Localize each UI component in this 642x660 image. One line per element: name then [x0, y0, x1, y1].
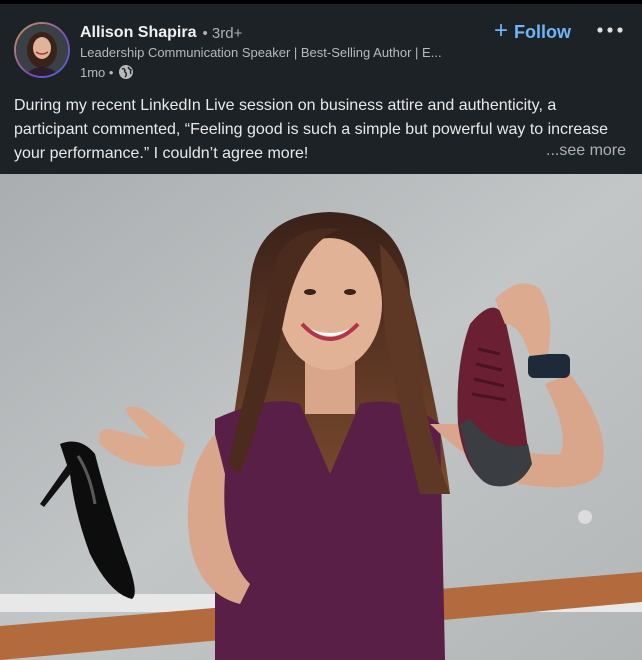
author-avatar[interactable] — [14, 22, 70, 78]
post-body-text: During my recent LinkedIn Live session o… — [14, 97, 609, 162]
avatar-portrait-icon — [16, 24, 68, 76]
connection-degree: • 3rd+ — [202, 24, 243, 42]
ellipsis-icon — [597, 27, 623, 33]
follow-button[interactable]: + Follow — [494, 19, 571, 45]
see-more-link[interactable]: ...see more — [542, 142, 627, 160]
author-name[interactable]: Allison Shapira — [80, 24, 196, 42]
top-divider — [0, 0, 642, 4]
author-headline: Leadership Communication Speaker | Best-… — [80, 45, 442, 60]
feed-post: Allison Shapira • 3rd+ Leadership Commun… — [0, 0, 642, 660]
post-image[interactable] — [0, 174, 642, 660]
plus-icon: + — [494, 17, 509, 44]
follow-label: Follow — [514, 21, 572, 42]
globe-icon — [119, 65, 134, 79]
post-photo — [0, 174, 642, 660]
more-options-button[interactable] — [594, 18, 626, 42]
author-name-row: Allison Shapira • 3rd+ — [80, 22, 242, 44]
avatar-photo — [16, 24, 68, 76]
post-time: 1mo • — [80, 64, 114, 80]
post-meta: 1mo • — [80, 64, 134, 80]
